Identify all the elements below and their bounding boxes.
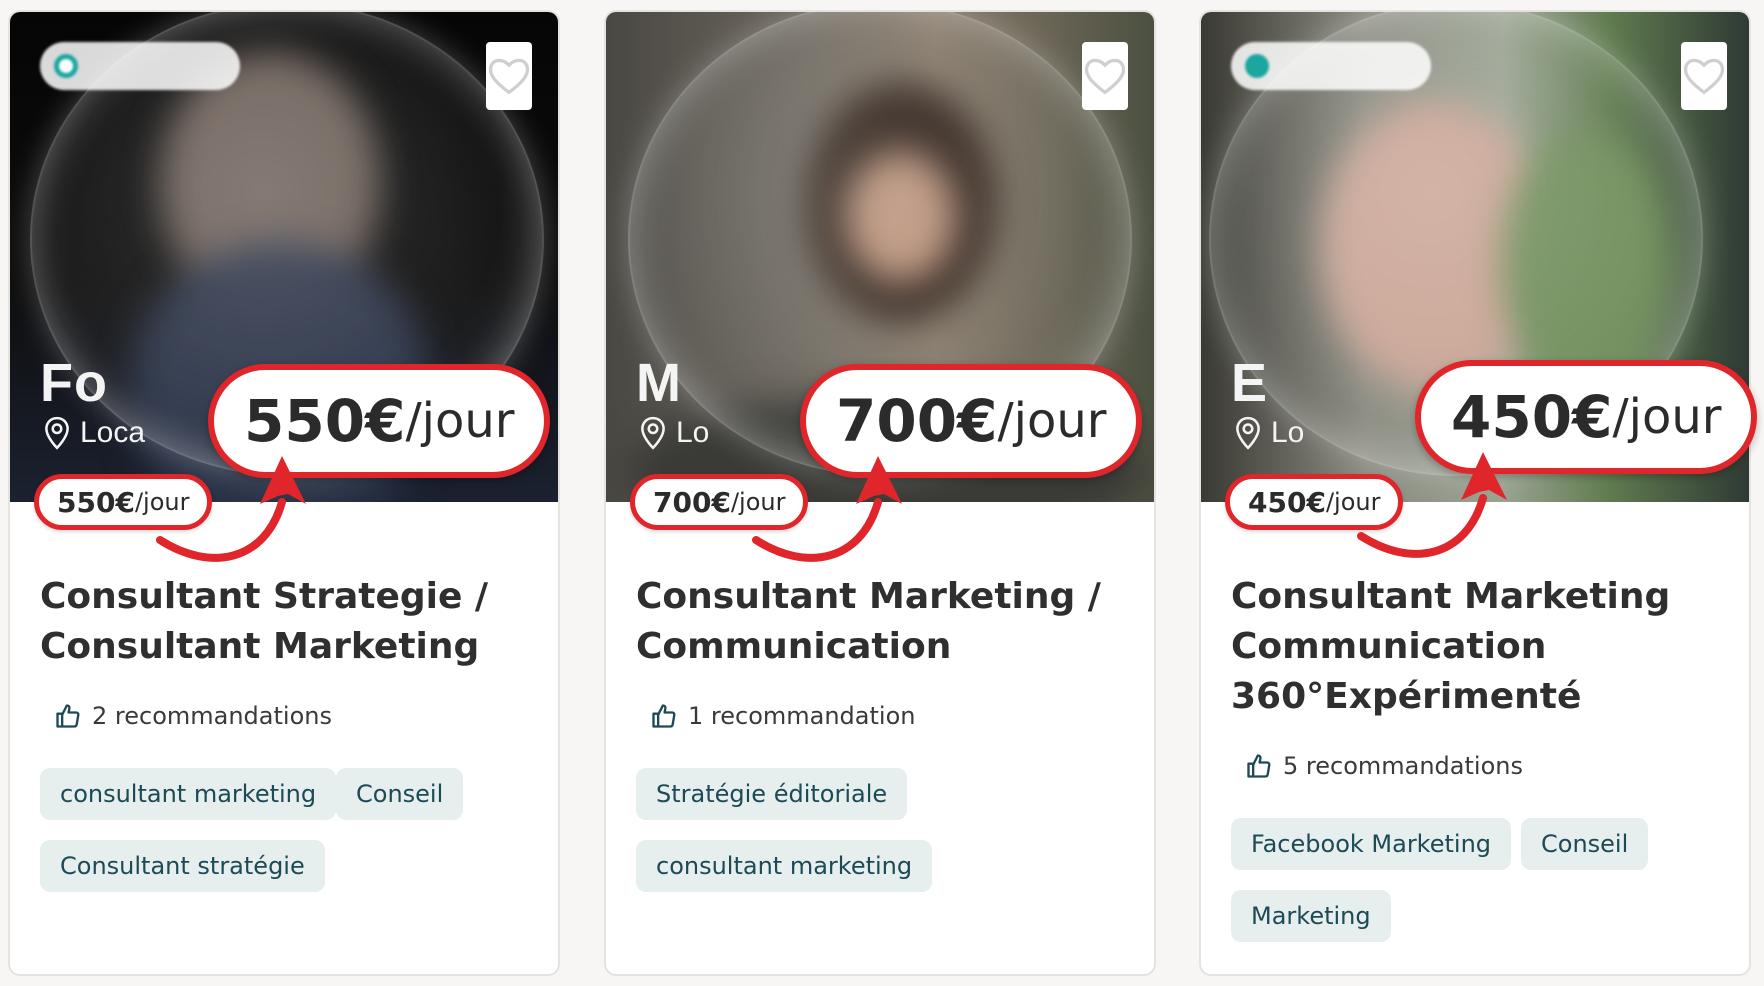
heart-icon (1084, 58, 1126, 95)
location: Loca (44, 416, 145, 450)
location-text: Lo (1271, 416, 1305, 449)
availability-badge (1231, 42, 1431, 90)
recommendations-text: 2 recommandations (92, 702, 332, 730)
skill-tag[interactable]: Conseil (336, 768, 464, 820)
favorite-button[interactable] (1082, 42, 1128, 110)
price-amount: 450€ (1248, 485, 1326, 519)
location-text: Loca (80, 416, 146, 449)
location-text: Lo (676, 416, 710, 449)
card-title[interactable]: Consultant Marketing / Communication (636, 572, 1136, 672)
price-amount: 550€ (57, 485, 135, 519)
status-dot (1245, 54, 1269, 78)
availability-badge (40, 42, 240, 90)
skill-tag[interactable]: Conseil (1521, 818, 1649, 870)
title-line: Communication (1231, 626, 1547, 667)
price-unit: /jour (997, 393, 1107, 449)
skill-tag[interactable]: consultant marketing (636, 840, 933, 892)
recommendations: 5 recommandations (1245, 752, 1523, 780)
freelancer-name: M (636, 353, 682, 413)
favorite-button[interactable] (1681, 42, 1727, 110)
freelancer-card[interactable]: M Lo 700€/jour 700€/jour Consultant Mark… (604, 10, 1156, 976)
location: Lo (1235, 416, 1304, 450)
curved-arrow (1357, 452, 1507, 558)
title-line: 360°Expérimenté (1231, 676, 1582, 717)
price-unit: /jour (1612, 389, 1722, 445)
recommendations: 2 recommandations (54, 702, 332, 730)
skill-tag[interactable]: Stratégie éditoriale (636, 768, 908, 820)
location-pin-icon (1236, 416, 1260, 450)
title-line: Consultant Marketing (40, 626, 480, 667)
recommendations-text: 1 recommandation (688, 702, 916, 730)
freelancer-card[interactable]: E Lo 450€/jour 450€/jour Consultant Mark… (1199, 10, 1758, 976)
skill-tag[interactable]: Consultant stratégie (40, 840, 325, 892)
price-amount: 700€ (653, 485, 731, 519)
curved-arrow (752, 456, 902, 562)
skill-tag[interactable]: consultant marketing (40, 768, 337, 820)
recommendations-text: 5 recommandations (1283, 752, 1523, 780)
freelancer-name: E (1231, 353, 1269, 413)
card-title[interactable]: Consultant Marketing Communication 360°E… (1231, 572, 1731, 722)
status-dot (54, 54, 78, 78)
freelancer-name: Fo (40, 353, 108, 413)
location-pin-icon (641, 416, 665, 450)
thumbs-up-icon (1247, 754, 1271, 778)
title-line: Consultant Marketing (1231, 576, 1671, 617)
location-pin-icon (45, 416, 69, 450)
curved-arrow (156, 456, 306, 562)
thumbs-up-icon (652, 704, 676, 728)
heart-icon (1683, 58, 1725, 95)
price-unit: /jour (405, 393, 515, 449)
skill-tag[interactable]: Marketing (1231, 890, 1391, 942)
heart-icon (488, 58, 530, 95)
thumbs-up-icon (56, 704, 80, 728)
location: Lo (640, 416, 709, 450)
recommendations: 1 recommandation (650, 702, 915, 730)
title-line: Communication (636, 626, 952, 667)
card-title[interactable]: Consultant Strategie / Consultant Market… (40, 572, 540, 672)
skill-tag[interactable]: Facebook Marketing (1231, 818, 1512, 870)
freelancer-card[interactable]: Fo Loca 550€/jour 550€/jour Consultant S… (8, 10, 560, 976)
favorite-button[interactable] (486, 42, 532, 110)
